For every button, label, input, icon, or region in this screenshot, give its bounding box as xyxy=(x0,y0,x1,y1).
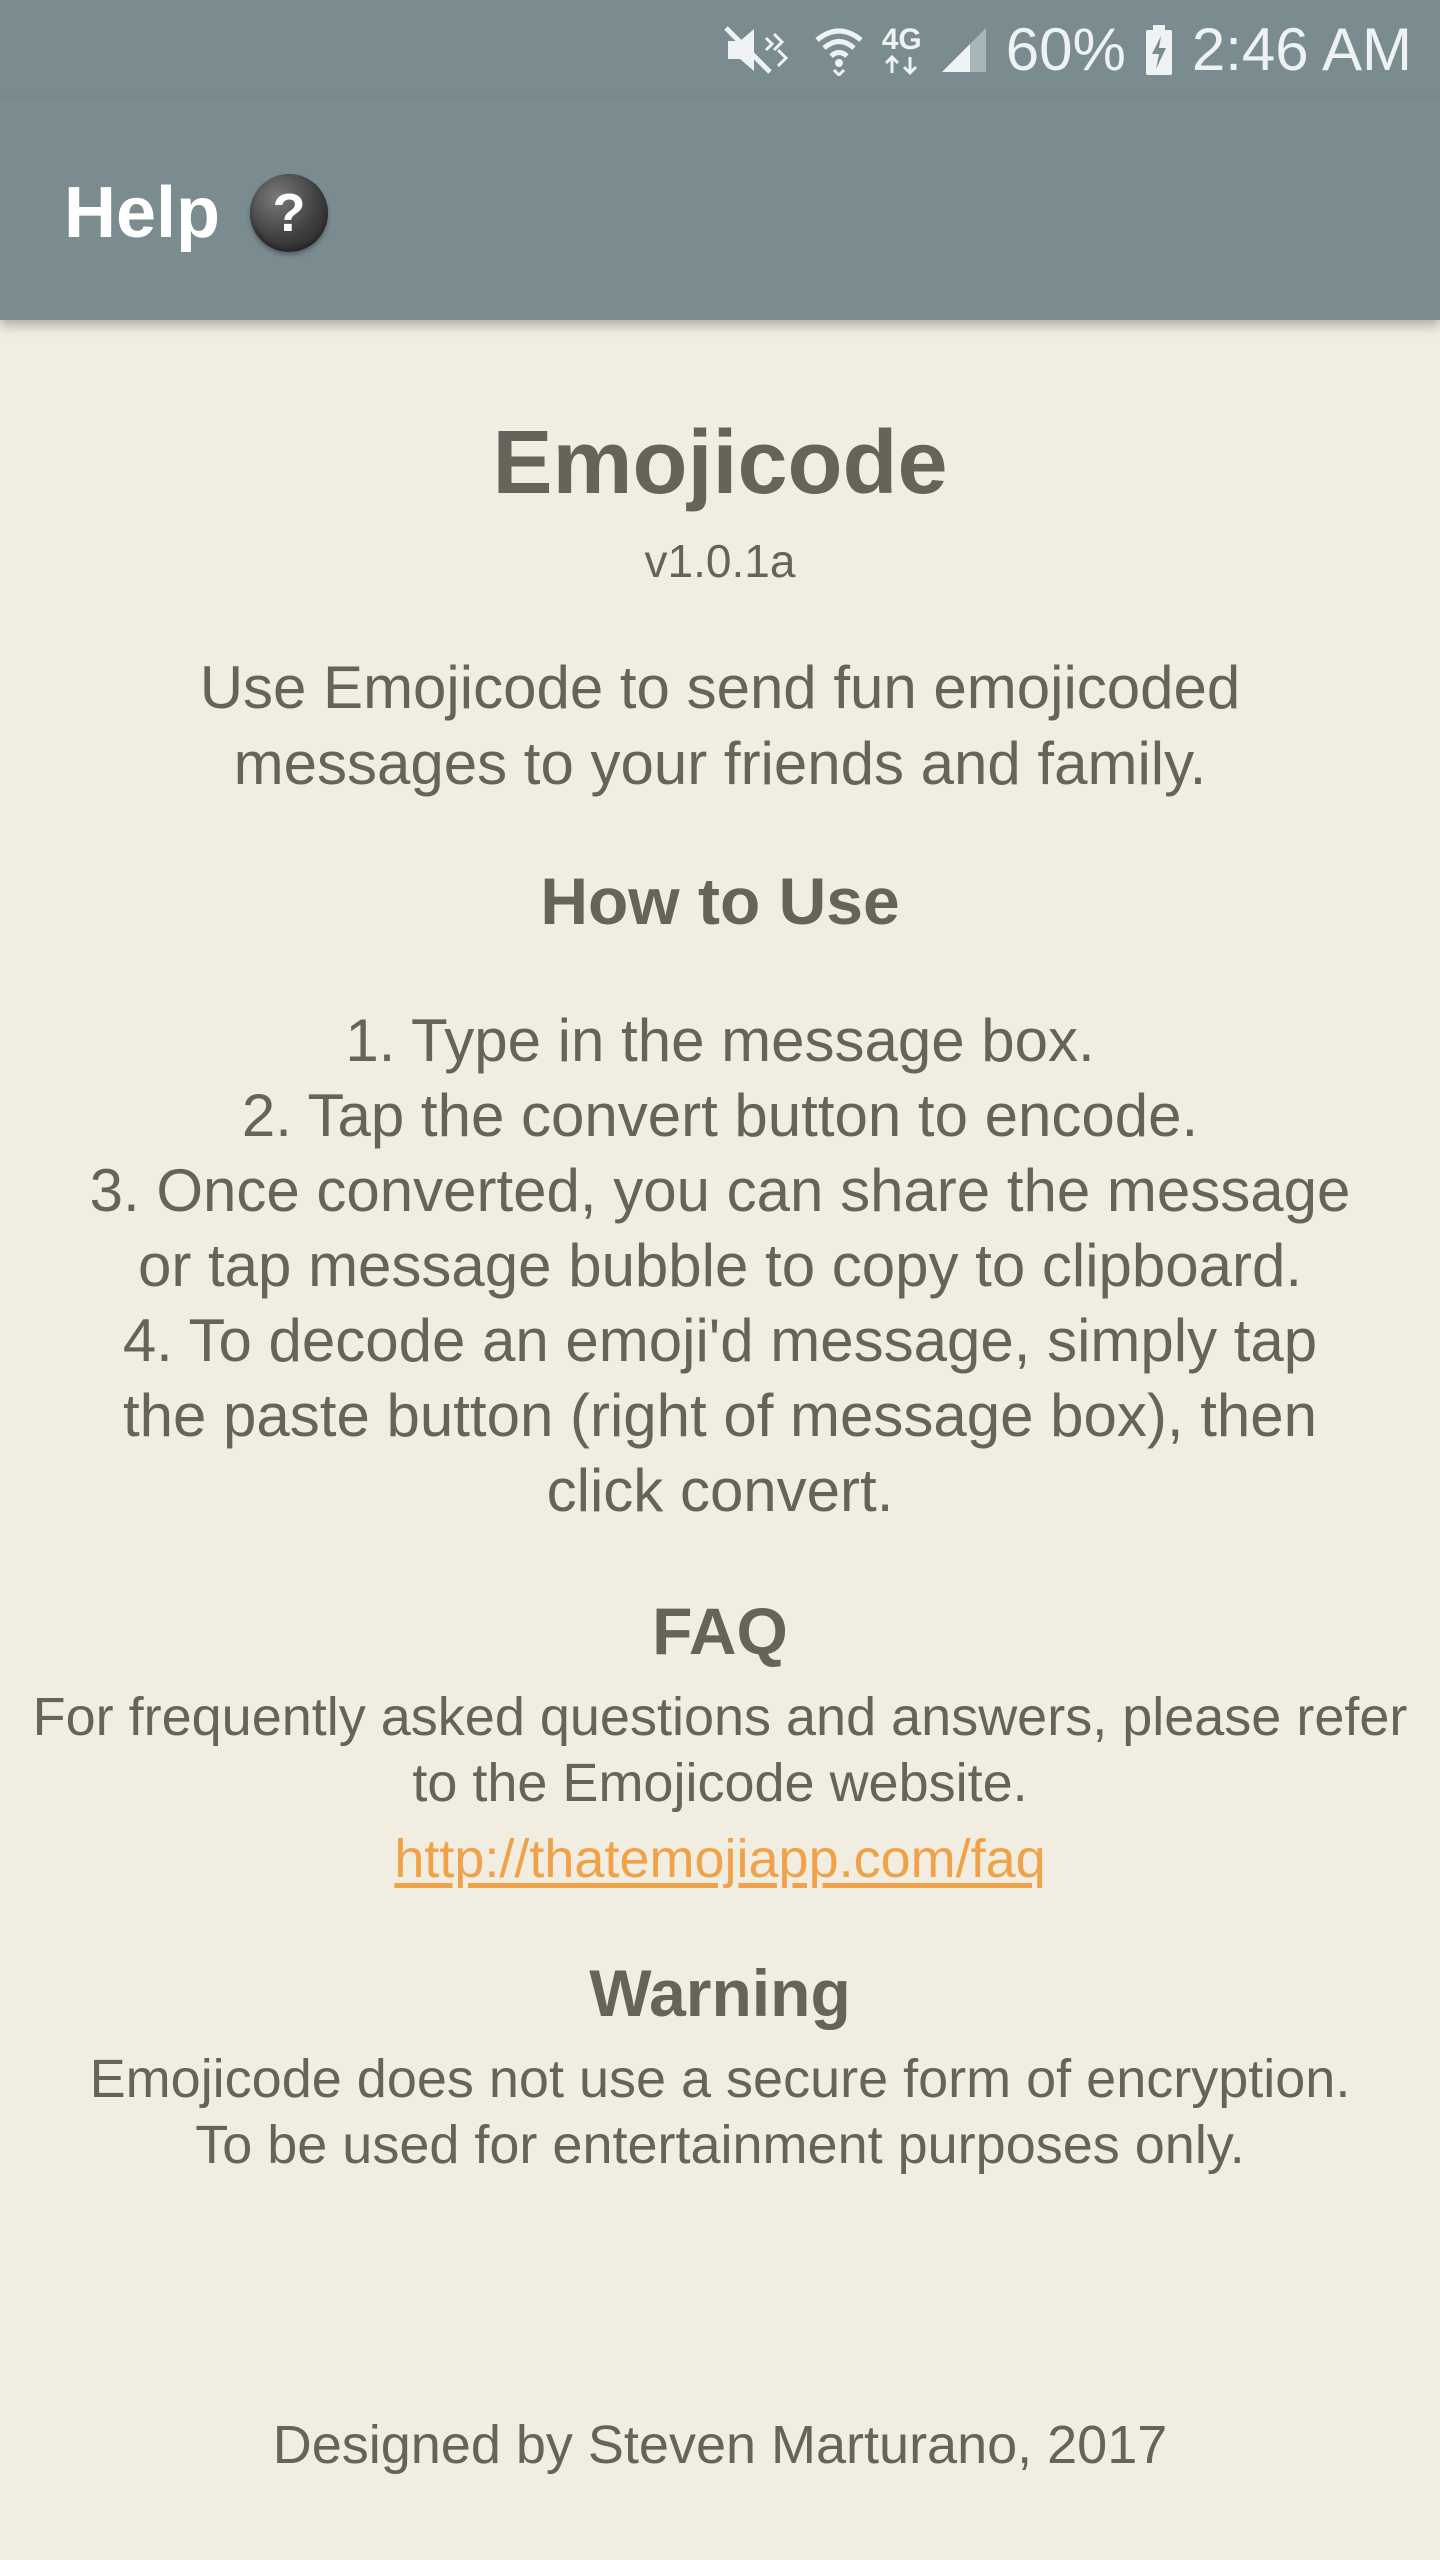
clock: 2:46 AM xyxy=(1191,16,1412,83)
how-to-use-heading: How to Use xyxy=(540,864,900,938)
version-label: v1.0.1a xyxy=(644,535,796,587)
faq-heading: FAQ xyxy=(652,1594,788,1668)
step-line: click convert. xyxy=(546,1457,894,1524)
wifi-icon xyxy=(814,24,864,76)
app-bar: Help ? xyxy=(0,100,1440,320)
step-line: or tap message bubble to copy to clipboa… xyxy=(137,1232,1303,1299)
step-line: the paste button (right of message box),… xyxy=(122,1382,1318,1449)
faq-line: For frequently asked questions and answe… xyxy=(32,1687,1408,1747)
app-bar-title-group: Help ? xyxy=(64,168,329,258)
step-line: 3. Once converted, you can share the mes… xyxy=(89,1157,1351,1224)
signal-icon xyxy=(940,26,988,74)
question-mark-icon: ? xyxy=(250,174,329,252)
faq-link[interactable]: http://thatemojiapp.com/faq xyxy=(394,1829,1045,1889)
step-line: 4. To decode an emoji'd message, simply … xyxy=(122,1307,1318,1374)
step-line: 1. Type in the message box. xyxy=(345,1007,1095,1074)
intro-line: Use Emojicode to send fun emojicoded xyxy=(199,654,1241,721)
intro-text: Use Emojicode to send fun emojicoded mes… xyxy=(0,650,1440,802)
faq-text: For frequently asked questions and answe… xyxy=(0,1684,1440,1816)
page-title: Help xyxy=(64,173,221,253)
intro-line: messages to your friends and family. xyxy=(233,730,1207,797)
battery-charging-icon xyxy=(1144,24,1174,76)
app-name-heading: Emojicode xyxy=(492,413,948,513)
step-line: 2. Tap the convert button to encode. xyxy=(241,1082,1199,1149)
how-to-use-steps: 1. Type in the message box. 2. Tap the c… xyxy=(0,1003,1440,1528)
warning-line: To be used for entertainment purposes on… xyxy=(195,2115,1245,2175)
4g-lte-icon: 4G xyxy=(882,25,922,75)
faq-line: to the Emojicode website. xyxy=(412,1753,1028,1813)
battery-percent: 60% xyxy=(1005,16,1126,83)
faq-link-row: http://thatemojiapp.com/faq xyxy=(0,1826,1440,1892)
warning-line: Emojicode does not use a secure form of … xyxy=(89,2049,1351,2109)
footer-credit: Designed by Steven Marturano, 2017 xyxy=(272,2415,1168,2475)
status-bar: 4G 60% 2:46 AM xyxy=(0,0,1440,100)
mute-icon xyxy=(722,24,796,76)
status-icons: 4G 60% 2:46 AM xyxy=(722,14,1412,86)
warning-heading: Warning xyxy=(589,1956,851,2030)
warning-text: Emojicode does not use a secure form of … xyxy=(0,2046,1440,2178)
